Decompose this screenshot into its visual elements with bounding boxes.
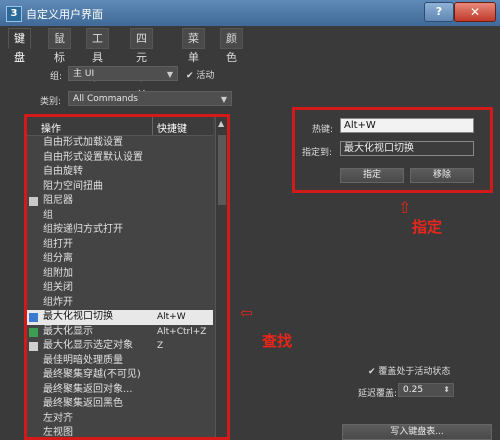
scroll-up-icon[interactable]: ▲ — [218, 119, 224, 128]
assigned-to-label: 指定到: — [302, 148, 333, 158]
list-row[interactable]: 最大化视口切换 Alt+W — [27, 310, 213, 325]
action-name: 组打开 — [43, 238, 73, 250]
action-name: 最佳明暗处理质量 — [43, 354, 123, 366]
arrow-left-icon: ⇦ — [240, 304, 253, 322]
action-name: 组附加 — [43, 267, 73, 279]
column-action-header[interactable]: 操作 — [41, 120, 61, 135]
list-row[interactable]: 组附加 — [27, 267, 213, 282]
category-value: All Commands — [73, 94, 138, 104]
tab-menus[interactable]: 菜单 — [182, 28, 205, 64]
list-row[interactable]: 最终聚集返回对象... — [27, 383, 213, 398]
action-shortcut: Z — [157, 341, 164, 351]
list-row[interactable]: 组炸开 — [27, 296, 213, 311]
list-row[interactable]: 组按递归方式打开 — [27, 223, 213, 238]
action-name: 组关闭 — [43, 282, 73, 293]
hotkey-label: 热键: — [312, 125, 334, 135]
list-row[interactable]: 最终聚集返回黑色 — [27, 397, 213, 412]
action-name: 最大化显示 — [43, 325, 93, 337]
action-name: 最终聚集返回黑色 — [43, 398, 123, 409]
action-list[interactable]: 操作 快捷键 自由形式加载设置 自由形式设置默认设置 自由旋转 阻力空间扭曲 阻尼器组组… — [24, 114, 230, 440]
window-title: 自定义用户界面 — [26, 8, 103, 21]
assign-button[interactable]: 指定 — [340, 168, 404, 183]
list-row[interactable]: 组 — [27, 209, 213, 224]
action-name: 自由形式加载设置 — [43, 137, 123, 148]
active-label: 活动 — [196, 71, 215, 81]
zoom-selected-icon — [29, 342, 38, 351]
action-name: 最终聚集穿越(不可见) — [43, 369, 141, 380]
title-bar: 3 自定义用户界面 ? ✕ — [0, 0, 500, 26]
list-row[interactable]: 自由形式加载设置 — [27, 136, 213, 151]
category-label: 类别: — [40, 97, 62, 107]
zoom-extents-icon — [29, 327, 38, 337]
list-row[interactable]: 最佳明暗处理质量 — [27, 354, 213, 369]
action-name: 自由旋转 — [43, 166, 83, 177]
action-shortcut: Alt+W — [157, 312, 186, 322]
hotkey-field[interactable]: Alt+W — [340, 118, 474, 133]
damper-icon — [29, 197, 38, 206]
action-shortcut: Alt+Ctrl+Z — [157, 326, 207, 337]
app-icon: 3 — [6, 6, 22, 22]
action-name: 左对齐 — [43, 412, 73, 424]
group-value: 主 UI — [73, 69, 95, 79]
active-checkbox[interactable]: ✔ 活动 — [186, 68, 214, 81]
assigned-to-field[interactable]: 最大化视口切换 — [340, 141, 474, 156]
chevron-down-icon: ▼ — [166, 70, 173, 79]
tab-quad-menus[interactable]: 四元菜单 — [130, 28, 153, 102]
delay-spinner[interactable]: 0.25 ⬍ — [398, 383, 454, 397]
tab-keyboard[interactable]: 键盘 — [8, 28, 31, 64]
list-row[interactable]: 自由形式设置默认设置 — [27, 151, 213, 166]
list-row[interactable]: 阻尼器 — [27, 194, 213, 209]
action-name: 最大化视口切换 — [43, 311, 113, 322]
action-name: 阻尼器 — [43, 195, 73, 206]
list-row[interactable]: 最大化显示 Alt+Ctrl+Z — [27, 325, 213, 340]
action-name: 左视图 — [43, 427, 73, 438]
override-checkbox[interactable]: ✔ 覆盖处于活动状态 — [368, 364, 450, 377]
action-name: 组炸开 — [43, 296, 73, 308]
category-dropdown[interactable]: All Commands ▼ — [68, 91, 232, 106]
assign-annotation: 指定 — [412, 218, 443, 236]
list-row[interactable]: 左视图 — [27, 426, 213, 438]
arrow-up-icon: ⇧ — [398, 198, 412, 217]
write-keyboard-chart-button[interactable]: 写入键盘表... — [342, 424, 492, 440]
action-name: 组按递归方式打开 — [43, 224, 123, 235]
list-row[interactable]: 阻力空间扭曲 — [27, 180, 213, 195]
tab-mouse[interactable]: 鼠标 — [48, 28, 71, 64]
remove-button[interactable]: 移除 — [410, 168, 474, 183]
delay-label: 延迟覆盖: — [358, 389, 398, 399]
close-button[interactable]: ✕ — [454, 2, 496, 22]
maximize-viewport-icon — [29, 313, 38, 322]
scroll-thumb[interactable] — [218, 135, 226, 205]
action-name: 组 — [43, 209, 53, 221]
delay-value: 0.25 — [403, 385, 424, 395]
column-divider[interactable] — [152, 117, 153, 135]
action-name: 组分离 — [43, 253, 73, 264]
action-name: 自由形式设置默认设置 — [43, 151, 143, 163]
chevron-down-icon: ▼ — [220, 95, 227, 104]
group-label: 组: — [50, 72, 63, 82]
checkmark-icon: ✔ — [186, 71, 194, 81]
group-dropdown[interactable]: 主 UI ▼ — [68, 66, 178, 81]
list-header: 操作 快捷键 — [27, 117, 213, 136]
list-row[interactable]: 左对齐 — [27, 412, 213, 427]
list-row[interactable]: 组关闭 — [27, 281, 213, 296]
tab-colors[interactable]: 颜色 — [220, 28, 243, 64]
spinner-arrows-icon[interactable]: ⬍ — [443, 384, 450, 396]
column-shortcut-header[interactable]: 快捷键 — [157, 120, 187, 135]
checkmark-icon: ✔ — [368, 367, 376, 377]
help-button[interactable]: ? — [424, 2, 454, 22]
list-scrollbar[interactable]: ▲ — [215, 117, 227, 437]
action-name: 最终聚集返回对象... — [43, 383, 133, 395]
override-label: 覆盖处于活动状态 — [378, 367, 451, 377]
find-annotation: 查找 — [262, 332, 293, 350]
tab-toolbars[interactable]: 工具栏 — [86, 28, 109, 83]
action-name: 最大化显示选定对象 — [43, 340, 133, 351]
list-row[interactable]: 组打开 — [27, 238, 213, 253]
list-row[interactable]: 自由旋转 — [27, 165, 213, 180]
list-row[interactable]: 组分离 — [27, 252, 213, 267]
action-name: 阻力空间扭曲 — [43, 180, 103, 192]
list-row[interactable]: 最大化显示选定对象 Z — [27, 339, 213, 354]
list-row[interactable]: 最终聚集穿越(不可见) — [27, 368, 213, 383]
